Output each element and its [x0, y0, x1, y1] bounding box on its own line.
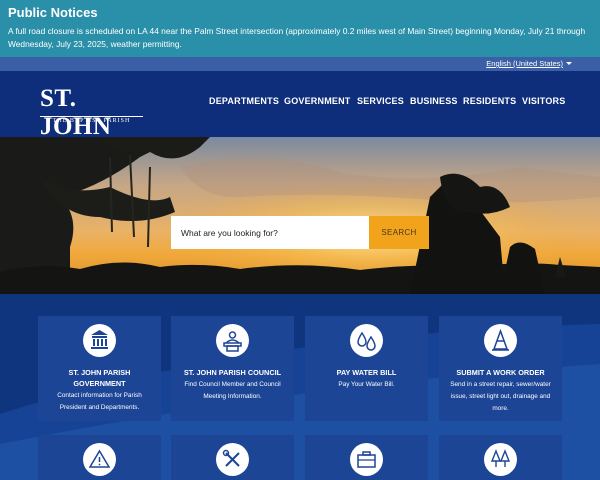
building-icon: [83, 324, 116, 357]
water-drops-icon: [350, 324, 383, 357]
public-notice-banner: Public Notices A full road closure is sc…: [0, 0, 600, 57]
card-row2-4[interactable]: [439, 435, 562, 480]
briefcase-icon: [350, 443, 383, 476]
site-header: ST. JOHN THE BAPTIST PARISH DEPARTMENTS …: [0, 71, 600, 140]
trees-icon: [484, 443, 517, 476]
nav-business[interactable]: BUSINESS: [410, 96, 458, 106]
card-parish-council[interactable]: ST. JOHN PARISH COUNCIL Find Council Mem…: [171, 316, 294, 421]
tools-icon: [216, 443, 249, 476]
search-input[interactable]: [171, 216, 369, 249]
card-description: Pay Your Water Bill.: [338, 381, 395, 388]
search-button[interactable]: SEARCH: [369, 216, 429, 249]
council-podium-icon: [216, 324, 249, 357]
card-pay-water-bill[interactable]: PAY WATER BILL Pay Your Water Bill.: [305, 316, 428, 421]
card-title: ST. JOHN PARISH GOVERNMENT: [68, 368, 131, 388]
nav-government[interactable]: GOVERNMENT: [284, 96, 351, 106]
card-description: Send in a street repair, sewer/water iss…: [450, 381, 551, 412]
language-selector[interactable]: English (United States): [486, 59, 563, 68]
chevron-down-icon[interactable]: [566, 62, 572, 65]
nav-visitors[interactable]: VISITORS: [522, 96, 565, 106]
card-title: ST. JOHN PARISH COUNCIL: [183, 368, 282, 377]
traffic-cone-icon: [484, 324, 517, 357]
warning-icon: [83, 443, 116, 476]
logo-main-text: ST. JOHN: [40, 85, 112, 140]
language-bar: English (United States): [0, 57, 600, 71]
nav-services[interactable]: SERVICES: [357, 96, 404, 106]
card-description: Contact information for Parish President…: [57, 392, 142, 411]
notice-text: A full road closure is scheduled on LA 4…: [8, 26, 586, 49]
card-row2-1[interactable]: [38, 435, 161, 480]
card-title: SUBMIT A WORK ORDER: [456, 368, 545, 377]
card-row2-3[interactable]: [305, 435, 428, 480]
logo-sub-text: THE BAPTIST PARISH: [52, 118, 131, 124]
nav-departments[interactable]: DEPARTMENTS: [209, 96, 279, 106]
site-logo[interactable]: ST. JOHN THE BAPTIST PARISH: [40, 85, 146, 140]
quick-links-section: ST. JOHN PARISH GOVERNMENT Contact infor…: [0, 294, 600, 480]
logo-rule: [40, 116, 143, 117]
card-description: Find Council Member and Council Meeting …: [184, 381, 281, 400]
card-title: PAY WATER BILL: [336, 368, 397, 377]
card-submit-work-order[interactable]: SUBMIT A WORK ORDER Send in a street rep…: [439, 316, 562, 421]
nav-residents[interactable]: RESIDENTS: [463, 96, 516, 106]
card-row2-2[interactable]: [171, 435, 294, 480]
notice-title: Public Notices: [8, 5, 98, 20]
site-search: SEARCH: [171, 216, 429, 249]
card-parish-government[interactable]: ST. JOHN PARISH GOVERNMENT Contact infor…: [38, 316, 161, 421]
